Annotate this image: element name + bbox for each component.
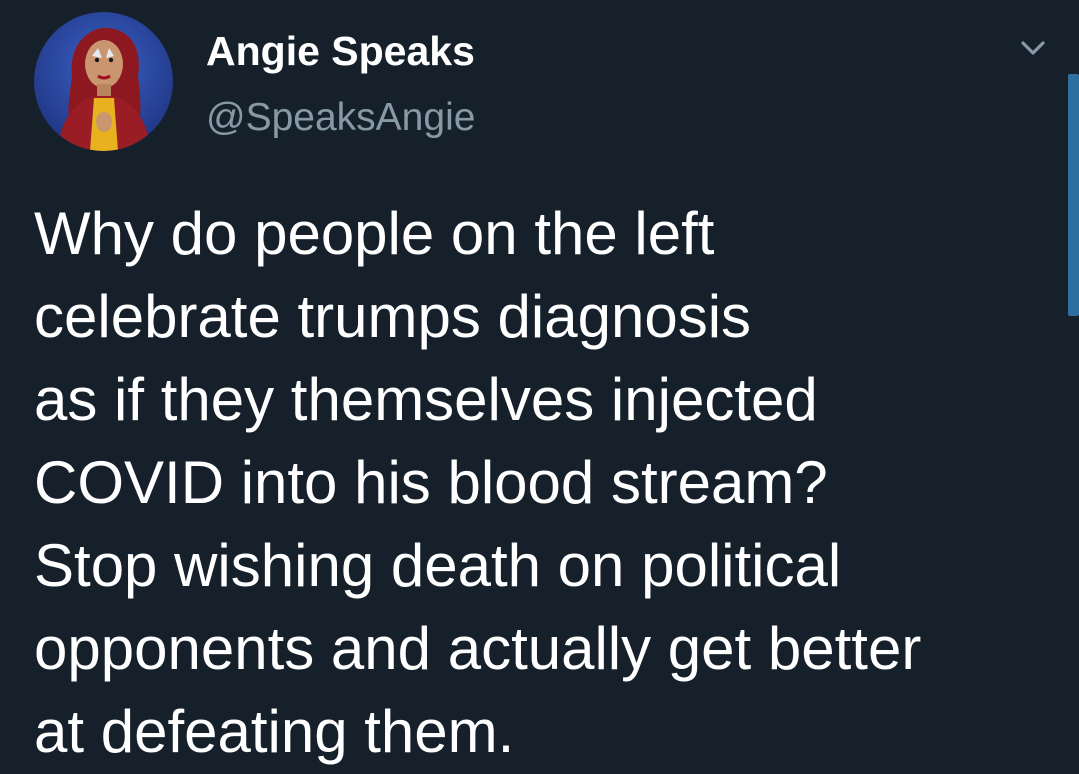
author-display-name[interactable]: Angie Speaks [206, 27, 475, 75]
avatar-image [34, 12, 173, 151]
tweet-text-line: opponents and actually get better [34, 615, 922, 682]
tweet-text-line: Why do people on the left [34, 200, 715, 267]
tweet-text-line: celebrate trumps diagnosis [34, 283, 752, 350]
scrollbar[interactable] [1068, 74, 1079, 316]
chevron-down-icon[interactable] [1016, 36, 1050, 60]
tweet-text-line: COVID into his blood stream? [34, 449, 828, 516]
author-handle[interactable]: @SpeaksAngie [206, 95, 475, 141]
tweet-text-line: as if they themselves injected [34, 366, 818, 433]
tweet-text-line: at defeating them. [34, 698, 515, 765]
avatar[interactable] [34, 12, 173, 151]
tweet-text: Why do people on the left celebrate trum… [34, 192, 1044, 773]
tweet-text-line: Stop wishing death on political [34, 532, 842, 599]
tweet-card: Angie Speaks @SpeaksAngie Why do people … [0, 0, 1079, 774]
